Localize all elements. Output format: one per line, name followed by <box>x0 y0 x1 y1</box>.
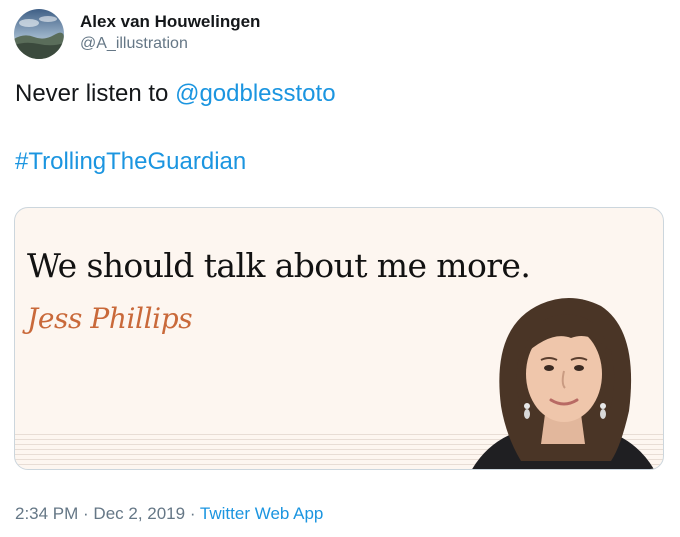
tweet-text-line-2: #TrollingTheGuardian <box>15 147 246 177</box>
card-quote: We should talk about me more. <box>27 246 531 285</box>
avatar[interactable] <box>14 9 64 59</box>
mention-link[interactable]: @godblesstoto <box>175 80 335 107</box>
tweet-date[interactable]: Dec 2, 2019 <box>93 504 185 523</box>
author-handle[interactable]: @A_illustration <box>80 35 188 53</box>
tweet-time[interactable]: 2:34 PM <box>15 504 78 523</box>
card-attribution: Jess Phillips <box>27 302 193 335</box>
tweet-metadata: 2:34 PM · Dec 2, 2019 · Twitter Web App <box>15 504 323 524</box>
meta-separator: · <box>78 504 94 523</box>
hashtag-link[interactable]: #TrollingTheGuardian <box>15 148 246 175</box>
media-card[interactable]: We should talk about me more. Jess Phill… <box>14 207 664 470</box>
tweet-text: Never listen to <box>15 80 176 107</box>
tweet-text-line-1: Never listen to @godblesstoto <box>15 79 336 109</box>
tweet-source-link[interactable]: Twitter Web App <box>200 504 323 523</box>
author-display-name[interactable]: Alex van Houwelingen <box>80 12 260 32</box>
portrait-photo <box>461 286 663 469</box>
landscape-avatar-image <box>14 9 64 59</box>
meta-separator: · <box>185 504 200 523</box>
